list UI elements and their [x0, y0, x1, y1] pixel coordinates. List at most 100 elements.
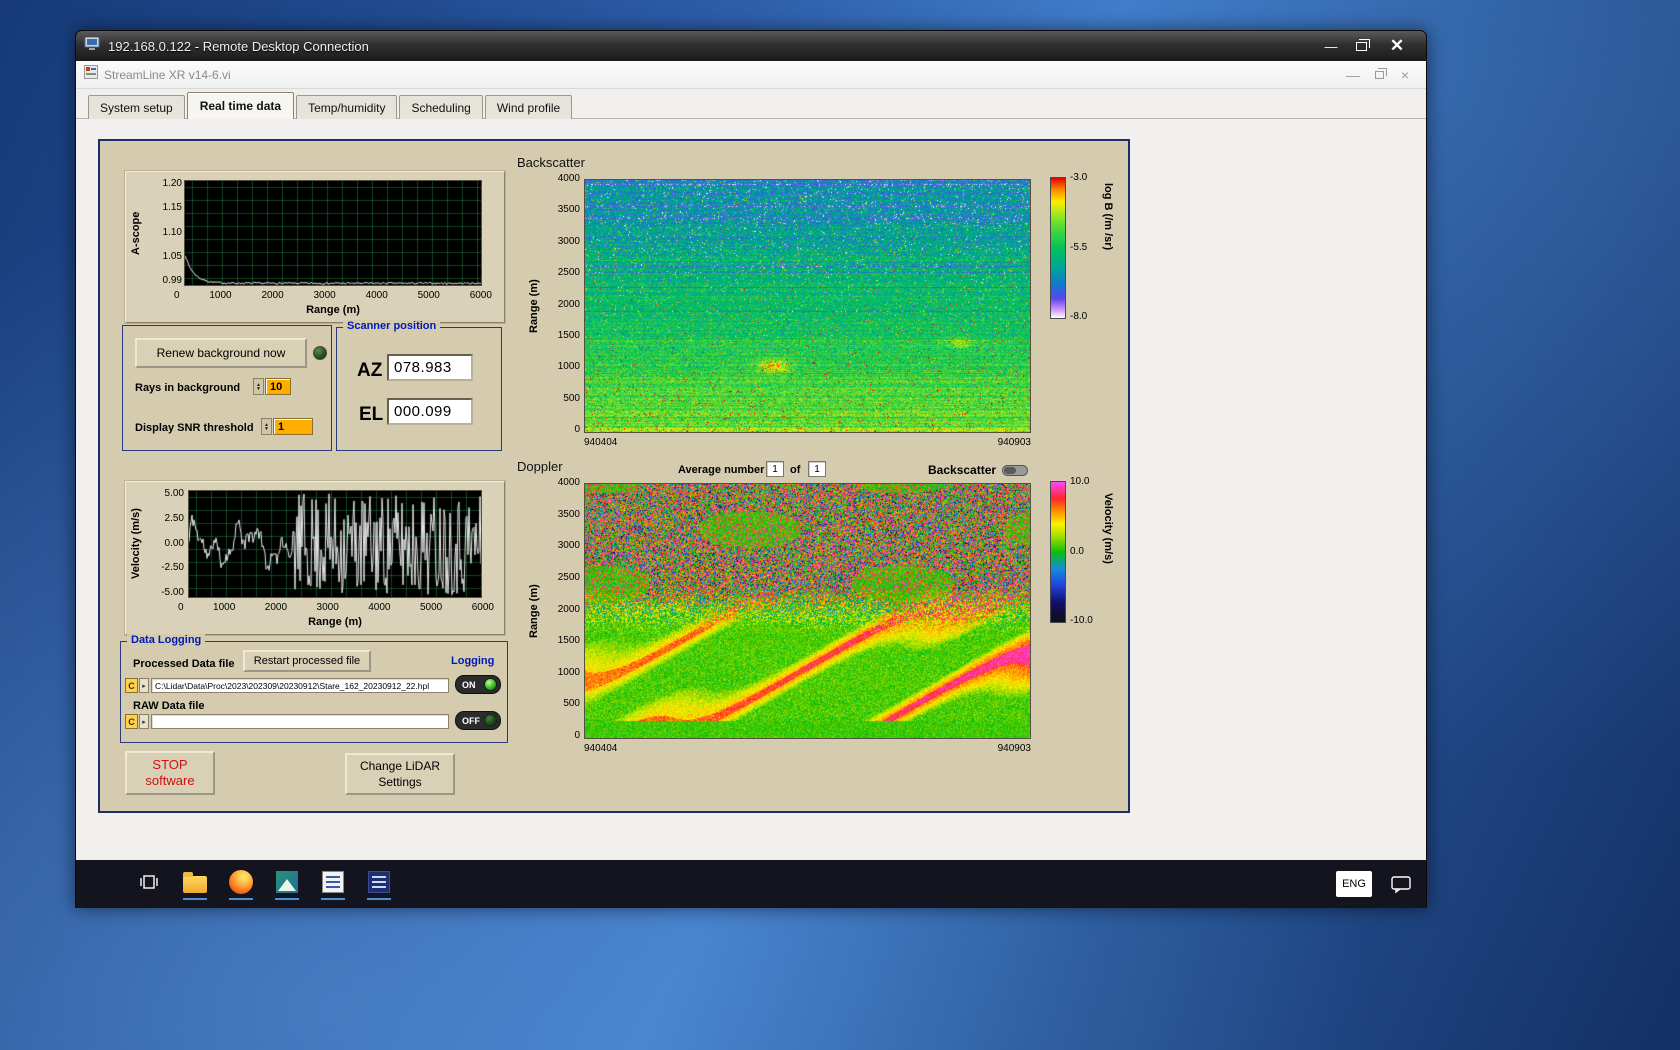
chat-bubble-icon	[1391, 876, 1411, 894]
photos-app-button[interactable]	[272, 869, 302, 900]
terminal-app-button[interactable]	[364, 869, 394, 900]
rays-value-field[interactable]: 10	[265, 378, 291, 395]
data-logging-box: Data Logging Processed Data file Restart…	[120, 634, 508, 743]
ytick-label: 3500	[557, 508, 580, 520]
backscatter-colorbar-ticks: -3.0 -5.5 -8.0	[1070, 172, 1087, 322]
processed-data-file-label: Processed Data file	[133, 658, 235, 670]
on-led-icon	[484, 678, 497, 691]
processed-path-type-icon: C	[125, 678, 138, 693]
tab-real-time-data[interactable]: Real time data	[186, 92, 295, 119]
colorbar-tick: 10.0	[1070, 476, 1090, 487]
rdc-titlebar[interactable]: 192.168.0.122 - Remote Desktop Connectio…	[76, 31, 1426, 61]
terminal-app-icon	[366, 869, 392, 895]
xtick-label: 0	[178, 602, 184, 613]
ytick-label: 0.99	[162, 275, 182, 286]
tab-temp-humidity[interactable]: Temp/humidity	[296, 95, 398, 119]
raw-logging-toggle[interactable]: OFF	[455, 711, 501, 730]
ytick-label: 1.20	[162, 178, 182, 189]
xtick-label: 6000	[469, 290, 492, 301]
xtick-label: 3000	[316, 602, 339, 613]
change-button-line2: Settings	[378, 775, 422, 789]
ascope-x-axis-label: Range (m)	[306, 304, 360, 316]
colorbar-tick: -5.5	[1070, 241, 1088, 253]
doppler-canvas	[585, 484, 1030, 738]
scan-scheduler-icon	[320, 869, 346, 895]
photos-icon	[274, 869, 300, 895]
raw-data-file-label: RAW Data file	[133, 700, 205, 712]
change-button-line1: Change LiDAR	[359, 759, 441, 773]
main-content: A-scope 1.20 1.15 1.10 1.05 0.99 0 1000 …	[76, 119, 1426, 859]
raw-data-file-path[interactable]	[151, 714, 449, 729]
ytick-label: 500	[563, 698, 580, 710]
background-led	[313, 346, 327, 360]
rays-in-background-label: Rays in background	[135, 382, 241, 394]
backscatter-colorbar-label: log B (/m /sr)	[1102, 183, 1114, 251]
file-explorer-button[interactable]	[180, 869, 210, 900]
tab-bar: System setup Real time data Temp/humidit…	[76, 89, 1426, 119]
xtick-label: 4000	[368, 602, 391, 613]
front-panel: A-scope 1.20 1.15 1.10 1.05 0.99 0 1000 …	[98, 139, 1130, 813]
app-minimize-button[interactable]: —	[1340, 65, 1366, 85]
ascope-y-axis-label: A-scope	[130, 211, 142, 255]
rays-spinner[interactable]: ▲ ▼	[253, 378, 264, 395]
taskbar-icons	[134, 869, 394, 900]
tab-wind-profile[interactable]: Wind profile	[484, 95, 573, 119]
language-indicator[interactable]: ENG	[1336, 871, 1372, 897]
velocity-plot-area	[188, 490, 482, 598]
backscatter-colorbar	[1050, 177, 1066, 319]
processed-path-browse-icon[interactable]: ▸	[139, 678, 149, 693]
ascope-canvas	[185, 181, 481, 285]
app-titlebar[interactable]: StreamLine XR v14-6.vi — ×	[76, 61, 1426, 89]
ytick-label: -2.50	[161, 562, 184, 574]
restart-processed-file-button[interactable]: Restart processed file	[243, 650, 371, 672]
average-total-field[interactable]: 1	[808, 461, 826, 477]
renew-background-button[interactable]: Renew background now	[135, 338, 307, 368]
backscatter-display-toggle[interactable]	[1002, 465, 1028, 476]
raw-path-browse-icon[interactable]: ▸	[139, 714, 149, 729]
backscatter-title: Backscatter	[517, 155, 585, 170]
stop-software-button[interactable]: STOP software	[125, 751, 215, 795]
change-lidar-settings-button[interactable]: Change LiDAR Settings	[345, 753, 455, 795]
firefox-button[interactable]	[226, 869, 256, 900]
xtick-label: 5000	[417, 290, 440, 301]
app-close-button[interactable]: ×	[1392, 65, 1418, 85]
backscatter-y-axis-label: Range (m)	[528, 279, 540, 333]
tab-scheduling[interactable]: Scheduling	[399, 95, 483, 119]
backscatter-canvas	[585, 180, 1030, 432]
xtick-label: 4000	[365, 290, 388, 301]
rdc-close-button[interactable]: ✕	[1376, 35, 1418, 57]
doppler-heatmap	[584, 483, 1031, 739]
snr-value-field[interactable]: 1	[273, 418, 313, 435]
ytick-label: 0	[574, 424, 580, 435]
off-label: OFF	[462, 715, 480, 726]
xtick-label: 5000	[419, 602, 443, 613]
ytick-label: 3000	[557, 540, 580, 552]
doppler-colorbar-label: Velocity (m/s)	[1102, 493, 1114, 564]
notification-button[interactable]	[1390, 874, 1412, 899]
stop-button-line2: software	[145, 773, 195, 788]
snr-spinner[interactable]: ▲ ▼	[261, 418, 272, 435]
ytick-label: -5.00	[161, 587, 184, 598]
ytick-label: 2500	[557, 571, 580, 583]
velocity-x-axis-label: Range (m)	[308, 616, 362, 628]
colorbar-tick: -10.0	[1070, 615, 1093, 626]
ytick-label: 1.15	[162, 202, 182, 214]
processed-data-file-path[interactable]: C:\Lidar\Data\Proc\2023\202309\20230912\…	[151, 678, 449, 693]
on-label: ON	[462, 679, 476, 690]
ytick-label: 1500	[557, 329, 580, 341]
rdc-minimize-button[interactable]: —	[1316, 35, 1346, 57]
remote-desktop-window: 192.168.0.122 - Remote Desktop Connectio…	[75, 30, 1427, 908]
backscatter-y-ticks: 4000 3500 3000 2500 2000 1500 1000 500 0	[544, 173, 580, 435]
average-number-field[interactable]: 1	[766, 461, 784, 477]
logging-label: Logging	[451, 655, 495, 667]
app-restore-button[interactable]	[1366, 65, 1392, 85]
processed-logging-toggle[interactable]: ON	[455, 675, 501, 694]
task-view-button[interactable]	[134, 869, 164, 900]
rdc-maximize-button[interactable]	[1346, 35, 1376, 57]
ascope-plot-area	[184, 180, 482, 286]
xtick-label: 940404	[584, 437, 618, 448]
tab-system-setup[interactable]: System setup	[88, 95, 185, 119]
ytick-label: 1500	[557, 635, 580, 647]
remote-screen: StreamLine XR v14-6.vi — × System setup …	[76, 61, 1426, 908]
scan-scheduler-button[interactable]	[318, 869, 348, 900]
